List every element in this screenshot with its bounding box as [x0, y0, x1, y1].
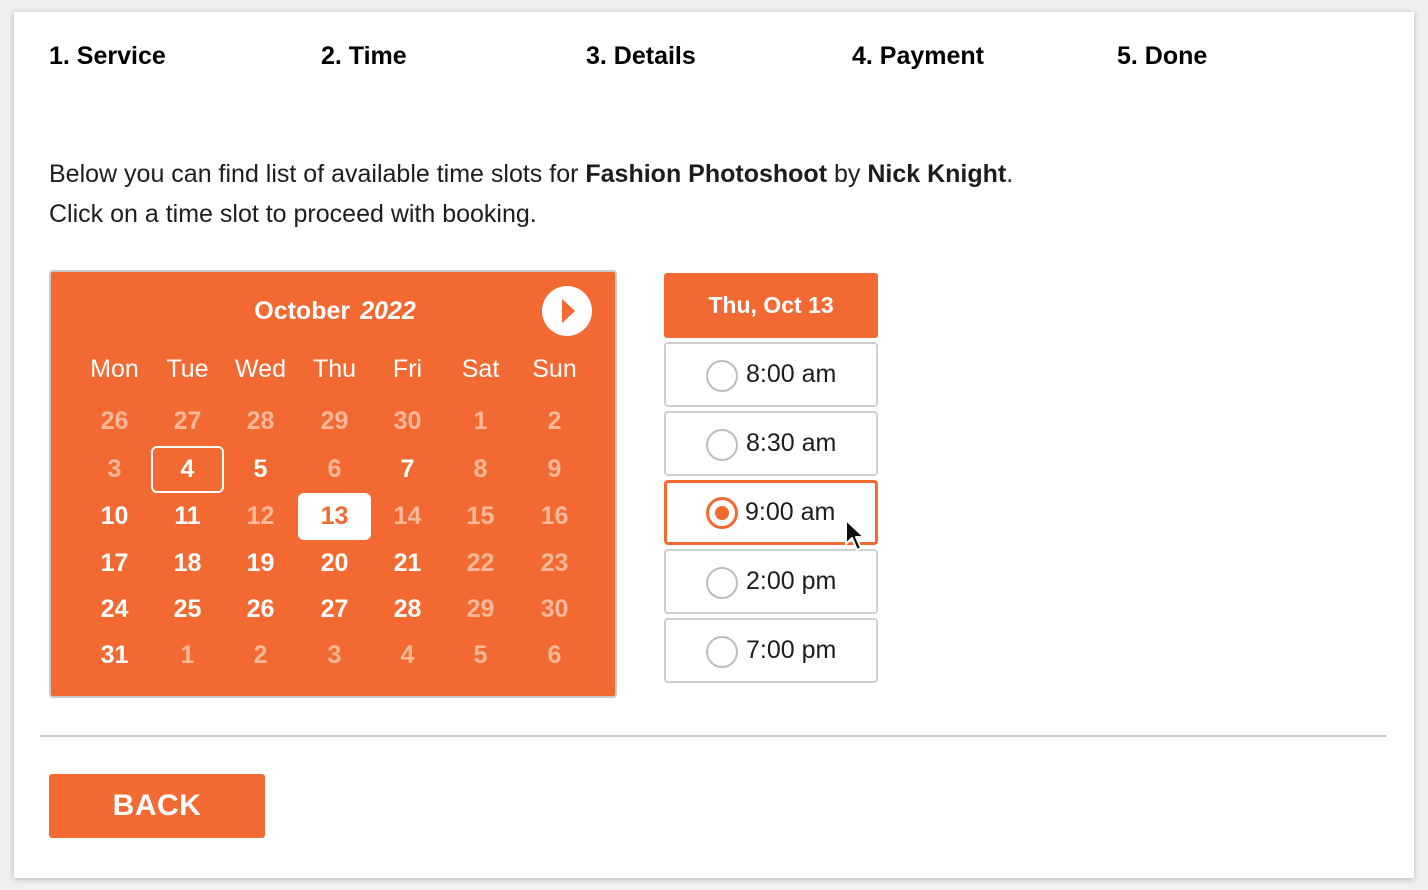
calendar-day: 4 [400, 641, 415, 669]
calendar-day: 1 [473, 407, 488, 435]
calendar-day: 26 [100, 407, 129, 435]
intro-line-1: Below you can find list of available tim… [49, 154, 1013, 194]
step-label: 5. Done [1117, 42, 1208, 70]
calendar-title: October 2022 [51, 294, 619, 328]
weekday-label: Sat [461, 355, 500, 383]
calendar-day[interactable]: 31 [78, 632, 151, 679]
weekday-label: Tue [166, 355, 209, 383]
mouse-cursor-icon [845, 519, 865, 551]
calendar-day: 5 [473, 641, 488, 669]
calendar-day: 23 [540, 549, 569, 577]
calendar-day[interactable]: 10 [78, 493, 151, 540]
calendar-day: 30 [540, 595, 569, 623]
time-slot-label: 8:30 am [746, 429, 837, 457]
calendar-day[interactable]: 21 [371, 540, 444, 587]
time-slot-label: 8:00 am [746, 360, 837, 388]
calendar-day: 9 [547, 455, 562, 483]
time-slot[interactable]: 7:00 pm [664, 618, 878, 683]
weekday-label: Wed [235, 355, 286, 383]
step-label: 4. Payment [852, 42, 985, 70]
calendar-year: 2022 [360, 297, 416, 325]
step-label: 3. Details [586, 42, 696, 70]
calendar-day[interactable]: 25 [151, 586, 224, 633]
calendar-day: 6 [547, 641, 562, 669]
calendar-day: 22 [466, 549, 495, 577]
calendar-day: 2 [253, 641, 268, 669]
calendar-day[interactable]: 17 [78, 540, 151, 587]
time-slot-label: 2:00 pm [746, 567, 837, 595]
calendar-day: 27 [173, 407, 202, 435]
calendar-day-today[interactable]: 4 [151, 446, 224, 493]
calendar-day[interactable]: 20 [298, 540, 371, 587]
step-bar [1117, 87, 1375, 115]
chevron-right-icon [562, 299, 575, 323]
calendar-day: 30 [393, 407, 422, 435]
calendar-day[interactable]: 18 [151, 540, 224, 587]
weekday-label: Mon [90, 355, 139, 383]
calendar-day: 28 [246, 407, 275, 435]
booking-card: 1. Service 2. Time 3. Details 4. Payment… [14, 12, 1414, 878]
time-slot[interactable]: 8:30 am [664, 411, 878, 476]
time-slot-label: 7:00 pm [746, 636, 837, 664]
calendar-day: 14 [393, 502, 422, 530]
calendar-day: 3 [327, 641, 342, 669]
calendar-day: 8 [473, 455, 488, 483]
step-bar [49, 87, 314, 115]
calendar: October 2022 Mon Tue Wed Thu Fri Sat Sun 26 27 28 2… [49, 270, 617, 698]
calendar-day[interactable]: 24 [78, 586, 151, 633]
calendar-day: 3 [107, 455, 122, 483]
calendar-day-selected[interactable]: 13 [298, 493, 371, 540]
calendar-day: 12 [246, 502, 275, 530]
intro-line-2: Click on a time slot to proceed with boo… [49, 200, 537, 228]
step-label: 2. Time [321, 42, 407, 70]
calendar-day[interactable]: 11 [151, 493, 224, 540]
intro-period: . [1006, 160, 1014, 188]
time-slot[interactable]: 8:00 am [664, 342, 878, 407]
radio-button[interactable] [706, 429, 738, 461]
selected-date-header: Thu, Oct 13 [664, 273, 878, 338]
calendar-day: 29 [466, 595, 495, 623]
calendar-day: 16 [540, 502, 569, 530]
calendar-day[interactable]: 19 [224, 540, 297, 587]
weekday-label: Thu [312, 355, 357, 383]
weekday-label: Fri [392, 355, 423, 383]
calendar-day[interactable]: 28 [371, 586, 444, 633]
calendar-day: 15 [466, 502, 495, 530]
next-month-button[interactable] [542, 286, 592, 336]
calendar-month: October [254, 297, 351, 325]
calendar-day[interactable]: 27 [298, 586, 371, 633]
calendar-day: 2 [547, 407, 562, 435]
calendar-day: 1 [180, 641, 195, 669]
service-name: Fashion Photoshoot [585, 160, 828, 188]
weekday-label: Sun [532, 355, 577, 383]
calendar-day: 6 [327, 455, 342, 483]
calendar-day[interactable]: 7 [371, 446, 444, 493]
intro-text: Below you can find list of available tim… [49, 154, 1013, 234]
step-label: 1. Service [49, 42, 166, 70]
calendar-day[interactable]: 5 [224, 446, 297, 493]
progress-steps: 1. Service 2. Time 3. Details 4. Payment… [49, 40, 1375, 120]
intro-by: by [827, 160, 868, 188]
staff-name: Nick Knight [867, 160, 1007, 188]
step-bar [586, 87, 845, 115]
step-bar [321, 87, 579, 115]
step-bar [852, 87, 1110, 115]
radio-button[interactable] [706, 567, 738, 599]
time-slot-label: 9:00 am [745, 498, 836, 526]
back-button[interactable]: BACK [49, 774, 265, 838]
radio-button[interactable] [706, 360, 738, 392]
intro-prefix: Below you can find list of available tim… [49, 160, 586, 188]
radio-button[interactable] [706, 636, 738, 668]
time-slot[interactable]: 2:00 pm [664, 549, 878, 614]
calendar-day[interactable]: 26 [224, 586, 297, 633]
divider [40, 735, 1386, 737]
radio-button[interactable] [706, 497, 738, 529]
calendar-day: 29 [320, 407, 349, 435]
